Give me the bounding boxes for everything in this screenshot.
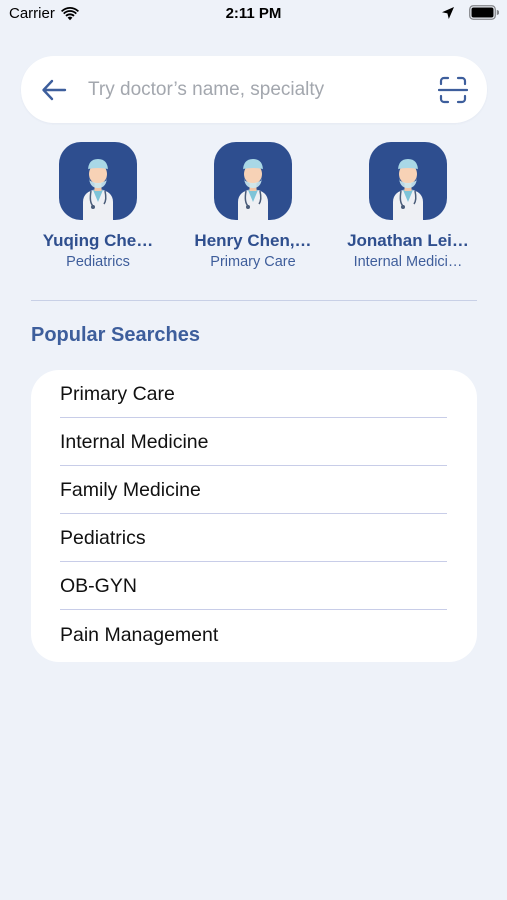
popular-search-label: Pain Management	[60, 623, 219, 646]
popular-searches-title: Popular Searches	[31, 324, 200, 346]
popular-search-item[interactable]: Primary Care	[60, 370, 447, 418]
popular-searches-list: Primary Care Internal Medicine Family Me…	[31, 370, 477, 658]
doctor-card-2[interactable]: Jonathan Lei… Internal Medici…	[333, 142, 483, 270]
doctor-specialty: Pediatrics	[66, 254, 130, 270]
popular-search-label: Pediatrics	[60, 527, 146, 549]
doctor-card-1[interactable]: Henry Chen,… Primary Care	[178, 142, 328, 270]
section-divider	[31, 300, 477, 301]
battery-icon	[469, 5, 499, 20]
popular-search-item[interactable]: OB-GYN	[60, 562, 447, 610]
doctor-name: Henry Chen,…	[194, 231, 312, 250]
recent-doctors: Yuqing Che… Pediatrics Henry Chen,… Prim…	[0, 142, 507, 282]
popular-search-label: OB-GYN	[60, 575, 137, 597]
doctor-name: Jonathan Lei…	[347, 231, 469, 250]
status-right	[441, 5, 499, 20]
scan-icon[interactable]	[438, 75, 468, 105]
doctor-avatar	[59, 142, 137, 220]
popular-search-item[interactable]: Pediatrics	[60, 514, 447, 562]
popular-search-label: Internal Medicine	[60, 431, 209, 453]
search-input[interactable]	[88, 72, 418, 108]
popular-search-item[interactable]: Internal Medicine	[60, 418, 447, 466]
doctor-avatar	[214, 142, 292, 220]
back-arrow-icon[interactable]	[40, 76, 68, 104]
doctor-card-0[interactable]: Yuqing Che… Pediatrics	[23, 142, 173, 270]
location-arrow-icon	[442, 6, 454, 19]
popular-searches-card: Primary Care Internal Medicine Family Me…	[31, 370, 477, 662]
status-time: 2:11 PM	[225, 5, 282, 22]
popular-search-label: Family Medicine	[60, 479, 201, 501]
doctor-avatar-icon	[393, 159, 423, 220]
doctor-avatar	[369, 142, 447, 220]
doctor-avatar-icon	[238, 159, 268, 220]
popular-search-item[interactable]: Pain Management	[60, 610, 447, 658]
doctor-avatar-icon	[83, 159, 113, 220]
doctor-specialty: Internal Medici…	[353, 254, 463, 270]
status-bar: Carrier 2:11 PM	[0, 0, 507, 28]
doctor-name: Yuqing Che…	[42, 231, 154, 250]
popular-search-label: Primary Care	[60, 383, 175, 405]
doctor-specialty: Primary Care	[210, 254, 296, 270]
popular-search-item[interactable]: Family Medicine	[60, 466, 447, 514]
